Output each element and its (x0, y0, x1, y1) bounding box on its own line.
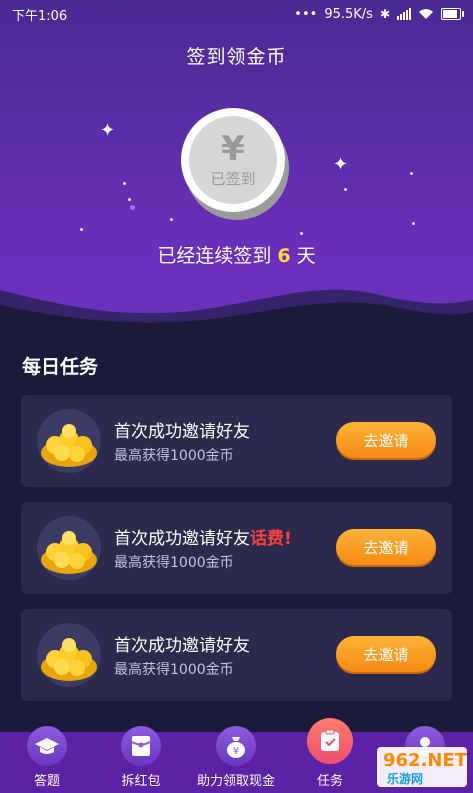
gold-coins-icon (37, 409, 101, 473)
red-packet-icon (121, 726, 161, 766)
task-subtitle: 最高获得1000金币 (114, 662, 234, 678)
status-dots: ••• (294, 6, 318, 22)
task-title: 首次成功邀请好友 (114, 417, 250, 442)
nav-item-cash[interactable]: ¥ 助力领取现金 (189, 726, 283, 793)
task-card: 首次成功邀请好友 最高获得1000金币 去邀请 (21, 609, 452, 701)
nav-label: 拆红包 (121, 774, 161, 789)
yen-icon: ¥ (221, 128, 245, 169)
task-card: 首次成功邀请好友 最高获得1000金币 去邀请 (21, 395, 452, 487)
task-title-text: 首次成功邀请好友 (114, 422, 250, 442)
checkin-coin[interactable]: ¥ 已签到 (181, 108, 291, 220)
watermark-logo: 962.NET (383, 750, 468, 771)
invite-button[interactable]: 去邀请 (336, 422, 436, 458)
streak-suffix: 天 (296, 245, 316, 267)
star-dot (410, 172, 413, 175)
nav-item-red-packet[interactable]: 拆红包 (94, 726, 188, 793)
network-speed: 95.5K/s (324, 6, 373, 22)
star-dot (300, 232, 303, 235)
sparkle-icon: ✦ (333, 154, 349, 175)
daily-tasks-title: 每日任务 (22, 356, 99, 378)
streak-days: 6 (277, 245, 291, 267)
nav-label: 助力领取现金 (196, 774, 275, 789)
task-subtitle: 最高获得1000金币 (114, 448, 234, 464)
task-title: 首次成功邀请好友话费! (114, 524, 292, 549)
page-title: 签到领金币 (186, 46, 287, 68)
star-dot (130, 205, 135, 210)
sparkle-icon: ✦ (100, 120, 116, 141)
task-title-text: 首次成功邀请好友 (114, 636, 250, 656)
site-watermark: 962.NET 乐游网 (377, 747, 467, 787)
money-bag-icon: ¥ (216, 726, 256, 766)
task-title: 首次成功邀请好友 (114, 631, 250, 656)
graduation-cap-icon (27, 726, 67, 766)
nav-label: 答题 (33, 774, 60, 789)
nav-label: 任务 (316, 774, 343, 789)
star-dot (170, 218, 173, 221)
gold-coins-icon (37, 623, 101, 687)
status-bar: 下午1:06 ••• 95.5K/s ✱ (0, 0, 473, 28)
star-dot (80, 228, 83, 231)
star-dot (128, 198, 131, 201)
status-icons: ••• 95.5K/s ✱ (294, 6, 464, 22)
coin-inner: ¥ 已签到 (189, 116, 277, 204)
star-dot (412, 222, 415, 225)
clipboard-check-icon (307, 718, 353, 764)
streak-text: 已经连续签到 6 天 (0, 241, 473, 268)
battery-icon (441, 8, 464, 20)
task-title-extra: 话费! (250, 529, 292, 549)
status-time: 下午1:06 (12, 8, 68, 24)
wifi-icon (419, 9, 433, 19)
nav-item-answer[interactable]: 答题 (0, 726, 94, 793)
checked-in-label: 已签到 (210, 169, 256, 188)
invite-button[interactable]: 去邀请 (336, 529, 436, 565)
task-subtitle: 最高获得1000金币 (114, 555, 234, 571)
coin-face: ¥ 已签到 (181, 108, 285, 212)
bluetooth-icon: ✱ (379, 7, 390, 21)
gold-coins-icon (37, 516, 101, 580)
signal-icon (397, 8, 411, 20)
task-title-text: 首次成功邀请好友 (114, 529, 250, 549)
svg-text:¥: ¥ (233, 746, 239, 757)
streak-prefix: 已经连续签到 (157, 245, 272, 267)
task-card: 首次成功邀请好友话费! 最高获得1000金币 去邀请 (21, 502, 452, 594)
watermark-text: 乐游网 (387, 772, 424, 786)
star-dot (123, 182, 126, 185)
nav-item-tasks[interactable]: 任务 (283, 718, 377, 793)
invite-button[interactable]: 去邀请 (336, 636, 436, 672)
star-dot (344, 188, 347, 191)
